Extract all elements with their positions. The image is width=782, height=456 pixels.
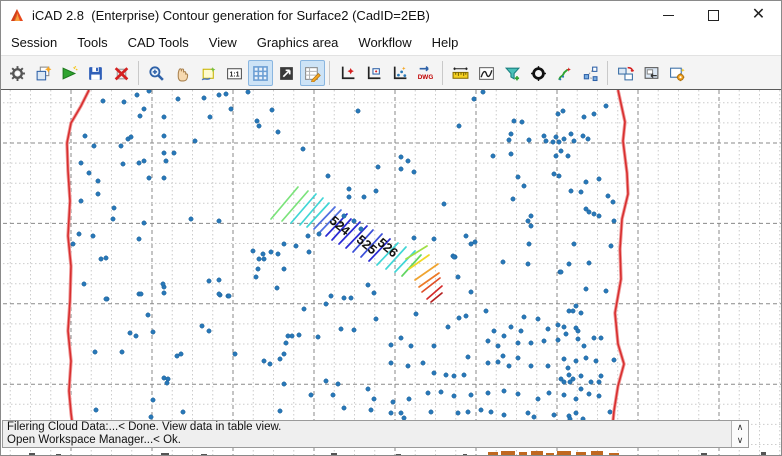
plot-window-button[interactable] <box>361 60 386 86</box>
zoom-icon <box>148 65 165 82</box>
pan-icon <box>174 65 191 82</box>
title-bar: iCAD 2.8 (Enterprise) Contour generation… <box>1 1 781 29</box>
toolbar-separator <box>329 61 330 85</box>
zoom-button[interactable] <box>144 60 169 86</box>
new-plot-button[interactable] <box>335 60 360 86</box>
status-line-1: Filering Cloud Data:...< Done. View data… <box>3 421 748 434</box>
svg-text:1:1: 1:1 <box>229 71 239 78</box>
one2one-icon: 1:1 <box>226 65 243 82</box>
maximize-icon <box>708 10 719 21</box>
menu-cad-tools[interactable]: CAD Tools <box>120 32 197 53</box>
app-window: iCAD 2.8 (Enterprise) Contour generation… <box>0 0 782 456</box>
app-logo-icon <box>9 7 25 23</box>
graphics-area[interactable]: 524525526 Filering Cloud Data:...< Done.… <box>1 89 781 455</box>
clipped-bottom-content <box>29 451 766 456</box>
workflow-icon <box>617 65 634 82</box>
new-cad-button[interactable] <box>31 60 56 86</box>
window-controls: ✕ <box>646 1 781 29</box>
menu-bar: SessionToolsCAD ToolsViewGraphics areaWo… <box>1 29 781 55</box>
panel-gear-icon <box>669 65 686 82</box>
axes-star-icon <box>339 65 356 82</box>
monitor-icon <box>643 65 660 82</box>
gear-icon <box>9 65 26 82</box>
plot-canvas[interactable]: 524525526 <box>1 90 782 456</box>
workflow-refresh-button[interactable] <box>613 60 638 86</box>
measure-button[interactable] <box>448 60 473 86</box>
dwg-icon: DWG <box>417 65 434 82</box>
minimize-button[interactable] <box>646 1 691 29</box>
status-scrollbar: ∧ ∨ <box>731 421 748 447</box>
boundary-lines <box>67 90 628 421</box>
scroll-up-button[interactable]: ∧ <box>732 421 748 434</box>
menu-view[interactable]: View <box>201 32 245 53</box>
ruler-icon <box>452 65 469 82</box>
funnel-icon <box>504 65 521 82</box>
svg-text:524: 524 <box>327 213 354 239</box>
grid-toggle-button[interactable] <box>248 60 273 86</box>
wand-icon <box>556 65 573 82</box>
toolbar-separator <box>138 61 139 85</box>
axes-points-icon <box>391 65 408 82</box>
minimize-icon <box>663 15 674 16</box>
axes-window-icon <box>365 65 382 82</box>
curve-window-button[interactable] <box>474 60 499 86</box>
grid-icon <box>252 65 269 82</box>
workspace-panel-button[interactable] <box>639 60 664 86</box>
save-icon <box>87 65 104 82</box>
menu-session[interactable]: Session <box>3 32 65 53</box>
filter-button[interactable] <box>500 60 525 86</box>
pan-button[interactable] <box>170 60 195 86</box>
menu-graphics-area[interactable]: Graphics area <box>249 32 347 53</box>
menu-workflow[interactable]: Workflow <box>350 32 419 53</box>
select-nodes-button[interactable] <box>578 60 603 86</box>
settings-button[interactable] <box>5 60 30 86</box>
snap-target-button[interactable] <box>526 60 551 86</box>
toolbar-separator <box>607 61 608 85</box>
close-icon: ✕ <box>752 7 765 23</box>
export-dwg-button[interactable]: DWG <box>413 60 438 86</box>
scroll-down-button[interactable]: ∨ <box>732 434 748 447</box>
menu-tools[interactable]: Tools <box>69 32 115 53</box>
table-edit-icon <box>304 65 321 82</box>
maximize-button[interactable] <box>691 1 736 29</box>
save-button[interactable] <box>83 60 108 86</box>
scatter-points <box>71 90 616 421</box>
delete-button[interactable] <box>109 60 134 86</box>
close-button[interactable]: ✕ <box>736 1 781 29</box>
fit-icon <box>278 65 295 82</box>
annotate-button[interactable] <box>196 60 221 86</box>
panel-settings-button[interactable] <box>665 60 690 86</box>
run-button[interactable] <box>57 60 82 86</box>
fit-view-button[interactable] <box>274 60 299 86</box>
plot-points-button[interactable] <box>387 60 412 86</box>
curve-icon <box>478 65 495 82</box>
note-icon <box>200 65 217 82</box>
delete-icon <box>113 65 130 82</box>
menu-help[interactable]: Help <box>424 32 467 53</box>
toolbar: 1:1 DWG <box>1 55 781 90</box>
new-doc-icon <box>35 65 52 82</box>
status-panel: Filering Cloud Data:...< Done. View data… <box>2 420 749 448</box>
run-icon <box>61 65 78 82</box>
window-title: iCAD 2.8 (Enterprise) Contour generation… <box>32 8 430 23</box>
edit-table-button[interactable] <box>300 60 325 86</box>
target-icon <box>530 65 547 82</box>
status-line-2: Open Workspace Manager...< Ok. <box>3 434 748 447</box>
nodes-icon <box>582 65 599 82</box>
actual-size-button[interactable]: 1:1 <box>222 60 247 86</box>
svg-text:DWG: DWG <box>417 73 433 80</box>
fit-curve-button[interactable] <box>552 60 577 86</box>
toolbar-separator <box>442 61 443 85</box>
